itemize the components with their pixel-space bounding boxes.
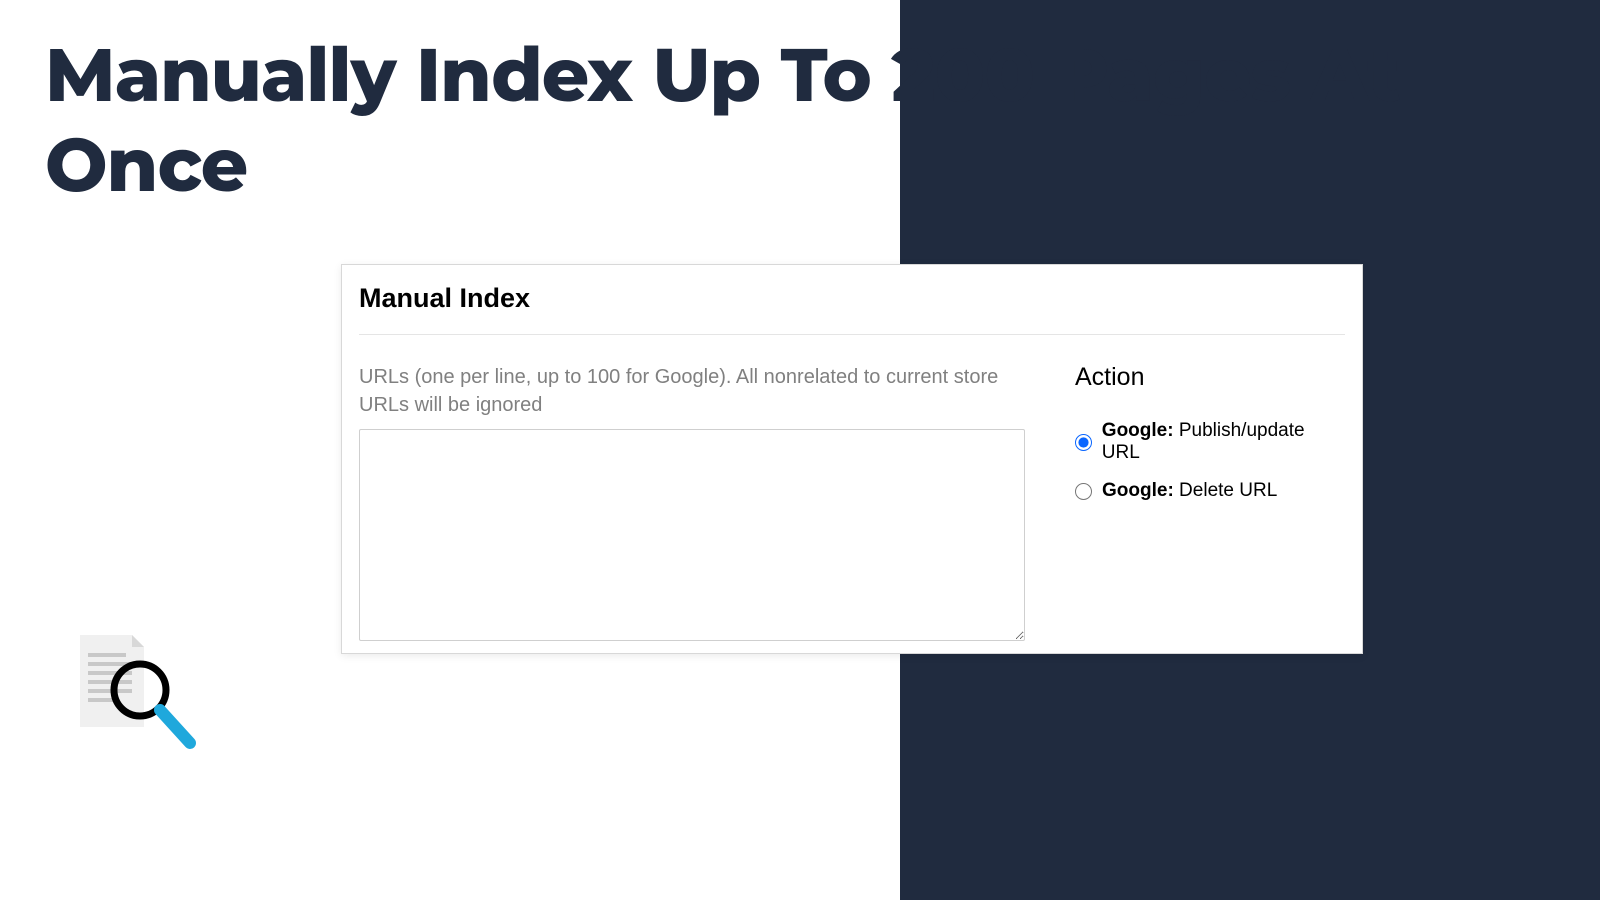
panel-title: Manual Index — [359, 283, 1345, 334]
radio-text: Delete URL — [1174, 480, 1278, 501]
radio-google-publish-input[interactable] — [1075, 434, 1092, 451]
urls-column: URLs (one per line, up to 100 for Google… — [359, 363, 1025, 646]
urls-textarea[interactable] — [359, 429, 1025, 641]
radio-label: Google: Delete URL — [1102, 480, 1277, 502]
helper-text: URLs (one per line, up to 100 for Google… — [359, 363, 1025, 419]
radio-google-delete-input[interactable] — [1075, 483, 1092, 500]
manual-index-panel: Manual Index URLs (one per line, up to 1… — [341, 264, 1363, 654]
radio-google-publish[interactable]: Google: Publish/update URL — [1075, 420, 1345, 464]
radio-label: Google: Publish/update URL — [1102, 420, 1345, 464]
action-heading: Action — [1075, 363, 1345, 392]
document-search-icon — [72, 635, 202, 765]
panel-body: URLs (one per line, up to 100 for Google… — [359, 363, 1345, 646]
radio-brand: Google: — [1102, 480, 1174, 501]
panel-divider — [359, 334, 1345, 335]
page-headline: Manually Index Up To 200 Pages At Once — [45, 30, 1600, 211]
radio-google-delete[interactable]: Google: Delete URL — [1075, 480, 1345, 502]
action-column: Action Google: Publish/update URL Google… — [1075, 363, 1345, 646]
radio-brand: Google: — [1102, 420, 1174, 441]
